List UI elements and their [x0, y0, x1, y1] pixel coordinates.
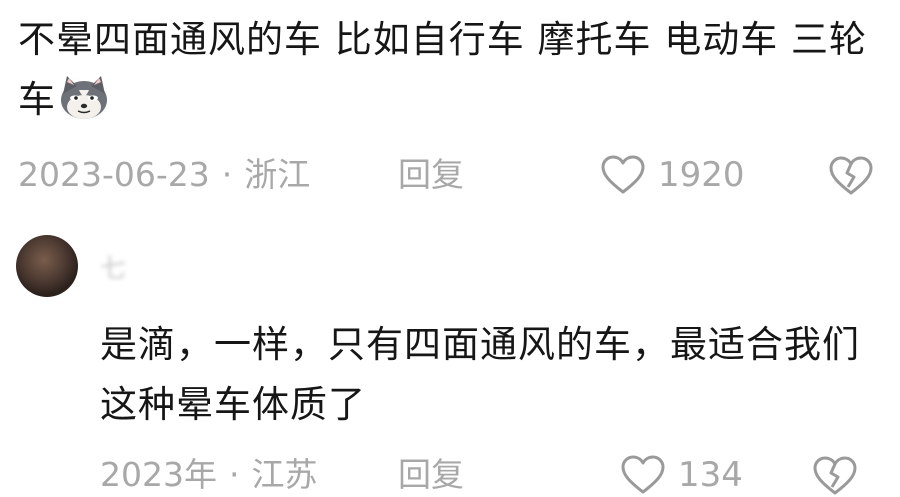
comment-text: 不晕四面通风的车 比如自行车 摩托车 电动车 三轮车	[18, 10, 878, 130]
comment-body: 是滴，一样，只有四面通风的车，最适合我们这种晕车体质了	[100, 323, 860, 426]
meta-separator: ·	[221, 155, 233, 194]
comment-location: 浙江	[244, 155, 311, 194]
husky-dog-emoji-icon	[61, 76, 107, 119]
comment-location: 江苏	[251, 455, 318, 494]
broken-heart-icon[interactable]	[828, 155, 874, 197]
like-count: 1920	[658, 155, 745, 195]
comment-meta: 2023-06-23 · 浙江 回复 1920	[18, 155, 898, 195]
comment-date: 2023-06-23	[18, 155, 210, 194]
broken-heart-icon[interactable]	[812, 455, 858, 497]
comment-body: 不晕四面通风的车 比如自行车 摩托车 电动车 三轮车	[18, 18, 868, 121]
like-button[interactable]: 1920	[600, 155, 745, 195]
username[interactable]: 七	[100, 248, 128, 285]
heart-icon	[601, 155, 645, 194]
avatar[interactable]	[16, 235, 78, 297]
reply-button[interactable]: 回复	[398, 455, 464, 495]
comment-text: 是滴，一样，只有四面通风的车，最适合我们这种晕车体质了	[100, 315, 880, 435]
comment-date: 2023年	[100, 455, 217, 494]
like-count: 134	[678, 455, 743, 495]
reply-button[interactable]: 回复	[398, 155, 464, 195]
meta-separator: ·	[228, 455, 240, 494]
like-button[interactable]: 134	[620, 455, 743, 495]
comment-meta: 2023年 · 江苏 回复 134	[100, 455, 880, 495]
